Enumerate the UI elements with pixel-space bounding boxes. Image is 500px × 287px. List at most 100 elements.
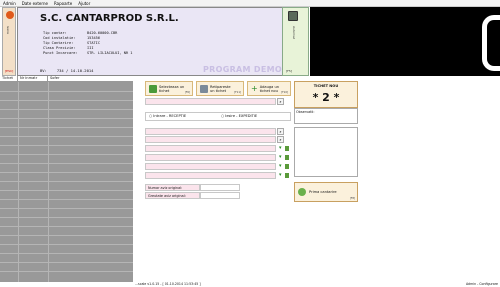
status-version: ...scale v1.0.15 - [ 01.10.2014 11:53:45… xyxy=(135,282,201,286)
sofer-input[interactable] xyxy=(145,145,276,152)
row-divider xyxy=(0,127,133,128)
original-weight-input[interactable] xyxy=(200,192,240,199)
produs-input[interactable] xyxy=(145,163,276,170)
menu-bar: Admin Date externe Rapoarte Ajutor xyxy=(0,0,500,7)
menu-ajutor[interactable]: Ajutor xyxy=(78,1,90,6)
info-row: Cod instalatie: 153456 xyxy=(43,36,100,40)
info-row: Punct Incarcare: STR. LILIACULUI, NR 1 xyxy=(43,51,132,55)
cumparator-input[interactable] xyxy=(145,136,276,143)
info-key: Punct Incarcare: xyxy=(43,51,78,55)
search-icon[interactable]: ⌕ xyxy=(277,128,284,135)
ticket-line: BV: 734 / 14.10.2014 xyxy=(40,68,93,73)
furnizor-input[interactable] xyxy=(145,128,276,135)
info-value: STR. LILIACULUI, NR 1 xyxy=(87,51,133,55)
company-name: S.C. CANTARPROD S.R.L. xyxy=(40,13,179,24)
row-divider xyxy=(0,235,133,236)
original-weight-cell: Greutate aviz original: xyxy=(145,192,200,199)
reprint-ticket-button[interactable]: Retipareste un tichet [F11] xyxy=(196,81,244,96)
row-divider xyxy=(0,181,133,182)
list-icon[interactable] xyxy=(285,155,289,160)
row-divider xyxy=(0,217,133,218)
printer-icon xyxy=(200,84,208,93)
weight-display xyxy=(310,7,500,76)
automat-hotkey: [F5] xyxy=(286,69,292,73)
row-divider xyxy=(0,109,133,110)
info-key: Clasa Precizie: xyxy=(43,46,76,50)
menu-admin[interactable]: Admin xyxy=(3,1,16,6)
search-icon[interactable]: ⌕ xyxy=(277,136,284,143)
row-divider xyxy=(0,154,133,155)
masina-input[interactable] xyxy=(145,98,276,105)
row-divider xyxy=(0,244,133,245)
exit-label: Iesire xyxy=(6,26,10,35)
column-header[interactable]: Nr inmatr xyxy=(18,76,48,81)
intrare-radio[interactable]: ○ Intrare - RECEPTIE xyxy=(149,114,186,118)
status-bar: ...scale v1.0.15 - [ 01.10.2014 11:53:45… xyxy=(0,282,500,287)
scale-icon xyxy=(298,188,306,196)
select-ticket-hotkey: [F6] xyxy=(184,91,190,94)
row-divider xyxy=(0,163,133,164)
info-value: III xyxy=(87,46,94,50)
iesire-radio[interactable]: ○ Iesire - EXPEDITIE xyxy=(221,114,257,118)
column-header[interactable]: Sofer xyxy=(48,76,133,81)
row-divider xyxy=(0,262,133,263)
row-divider xyxy=(0,91,133,92)
arrow-down-icon[interactable]: ▾ xyxy=(279,146,284,151)
select-ticket-button[interactable]: Selecteaza un tichet [F6] xyxy=(145,81,193,96)
depozit-input[interactable] xyxy=(145,172,276,179)
info-row: Clasa Precizie: III xyxy=(43,46,94,50)
column-divider xyxy=(18,82,19,282)
menu-date-externe[interactable]: Date externe xyxy=(22,1,48,6)
column-header[interactable]: Tichet xyxy=(0,76,18,81)
info-value: B420-60000-CBR xyxy=(87,31,118,35)
notes-area[interactable] xyxy=(294,127,358,177)
weight-digit xyxy=(482,15,500,71)
row-divider xyxy=(0,253,133,254)
first-weighing-hotkey: [F8] xyxy=(349,197,355,200)
row-divider xyxy=(0,226,133,227)
status-user: Admin - Configurare xyxy=(465,282,498,286)
original-number-label: Numar aviz original: xyxy=(148,186,183,190)
info-value: 153456 xyxy=(87,36,100,40)
ticket-box: TICHET NOU * 2 * xyxy=(294,81,358,108)
select-ticket-label: Selecteaza un tichet xyxy=(159,84,185,93)
row-divider xyxy=(0,271,133,272)
reprint-ticket-hotkey: [F11] xyxy=(234,91,241,94)
arrow-down-icon[interactable]: ▾ xyxy=(279,164,284,169)
row-divider xyxy=(0,136,133,137)
first-weighing-button[interactable]: Prima cantarire [F8] xyxy=(294,182,358,202)
automat-button[interactable]: Automat [F5] xyxy=(282,7,309,76)
delegat-input[interactable] xyxy=(145,154,276,161)
scale-icon xyxy=(288,11,298,21)
info-key: Tip Cantarire: xyxy=(43,41,74,45)
exit-button[interactable]: Iesire [ESC] xyxy=(2,7,16,76)
reprint-ticket-label: Retipareste un tichet xyxy=(210,84,231,93)
info-value: STATIC xyxy=(87,41,100,45)
row-divider xyxy=(0,118,133,119)
original-number-cell: Numar aviz original: xyxy=(145,184,200,191)
arrow-down-icon[interactable]: ▾ xyxy=(279,155,284,160)
first-weighing-label: Prima cantarire xyxy=(309,190,337,194)
original-number-input[interactable] xyxy=(200,184,240,191)
row-divider xyxy=(0,208,133,209)
direction-group: ○ Intrare - RECEPTIE ○ Iesire - EXPEDITI… xyxy=(145,112,291,121)
search-icon[interactable]: ⌕ xyxy=(277,98,284,105)
plus-icon: + xyxy=(251,83,258,93)
list-icon[interactable] xyxy=(285,164,289,169)
demo-watermark: PROGRAM DEMO xyxy=(203,65,282,74)
arrow-down-icon[interactable]: ▾ xyxy=(279,173,284,178)
intrare-label: Intrare - RECEPTIE xyxy=(153,114,187,118)
info-key: Tip cantar: xyxy=(43,31,67,35)
add-ticket-button[interactable]: + Adauga un tichet nou [F10] xyxy=(247,81,291,96)
list-icon[interactable] xyxy=(285,173,289,178)
original-weight-label: Greutate aviz original: xyxy=(148,194,186,198)
info-row: Tip Cantarire: STATIC xyxy=(43,41,100,45)
ticket-line-value: 734 / 14.10.2014 xyxy=(56,68,94,73)
info-key: Cod instalatie: xyxy=(43,36,76,40)
ticket-line-label: BV: xyxy=(40,68,47,73)
row-divider xyxy=(0,199,133,200)
add-ticket-label: Adauga un tichet nou xyxy=(259,84,280,93)
menu-rapoarte[interactable]: Rapoarte xyxy=(54,1,72,6)
list-icon[interactable] xyxy=(285,146,289,151)
ticket-table[interactable] xyxy=(0,82,133,282)
